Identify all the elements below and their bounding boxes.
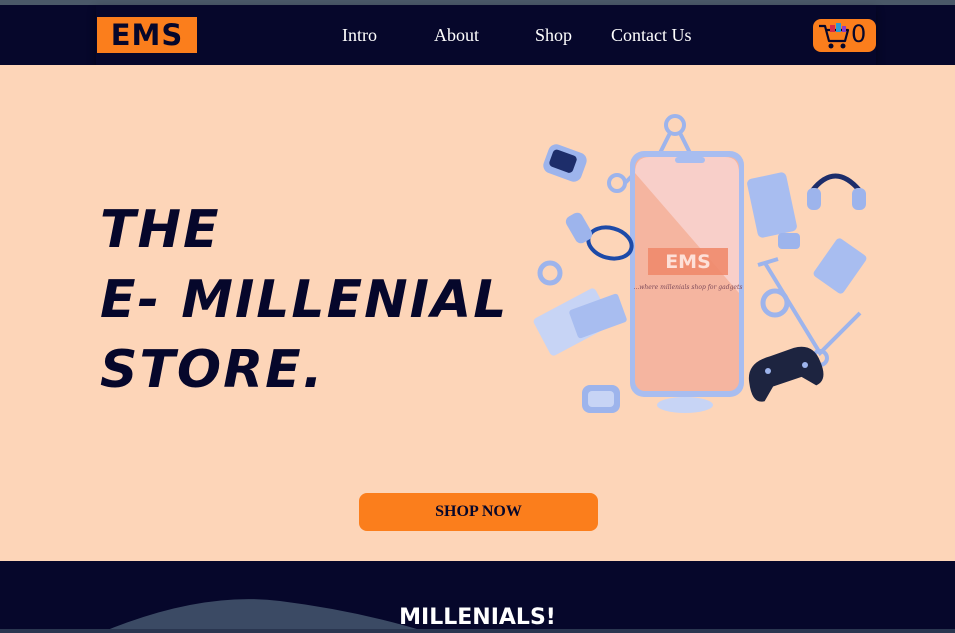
hero-title-line-3: STORE. <box>100 340 325 400</box>
hero-title: THE E- MILLENIAL STORE. <box>100 195 508 405</box>
smartwatch-icon <box>543 144 587 182</box>
ring-icon <box>537 260 563 286</box>
hero-title-line-1: THE <box>100 200 221 260</box>
millenials-section: MILLENIALS! <box>0 561 955 633</box>
earbuds-case-icon <box>778 233 800 249</box>
tablet-small-icon <box>813 238 867 294</box>
nav-link-intro[interactable]: Intro <box>342 25 377 46</box>
phone-tagline: ...where millenials shop for gadgets <box>634 284 743 291</box>
brand-logo[interactable]: EMS <box>97 17 197 53</box>
hero-section: THE E- MILLENIAL STORE. EMS ...where mil… <box>0 65 955 561</box>
navbar-shadow <box>96 5 876 65</box>
nav-link-shop[interactable]: Shop <box>535 25 572 46</box>
shopping-cart-icon <box>819 23 850 49</box>
headphones-icon <box>807 173 866 210</box>
section-heading: MILLENIALS! <box>399 605 556 630</box>
shop-now-button[interactable]: SHOP NOW <box>359 493 598 531</box>
watch-bottom-icon <box>582 385 620 413</box>
cart-count: 0 <box>851 20 867 48</box>
nav-link-contact[interactable]: Contact Us <box>611 25 692 46</box>
tablet-icon <box>747 172 797 238</box>
band-right-icon <box>760 288 790 318</box>
keyboard-icon <box>533 288 627 356</box>
phone-logo: EMS <box>665 251 711 273</box>
cart-button[interactable]: 0 <box>813 19 876 52</box>
nav-link-about[interactable]: About <box>434 25 479 46</box>
fitness-band-icon <box>565 212 634 261</box>
mouse-icon <box>657 397 713 413</box>
gadgets-illustration: EMS ...where millenials shop for gadgets <box>533 114 867 413</box>
smartphone-icon: EMS ...where millenials shop for gadgets <box>630 151 744 397</box>
hero-title-line-2: E- MILLENIAL <box>100 270 509 330</box>
